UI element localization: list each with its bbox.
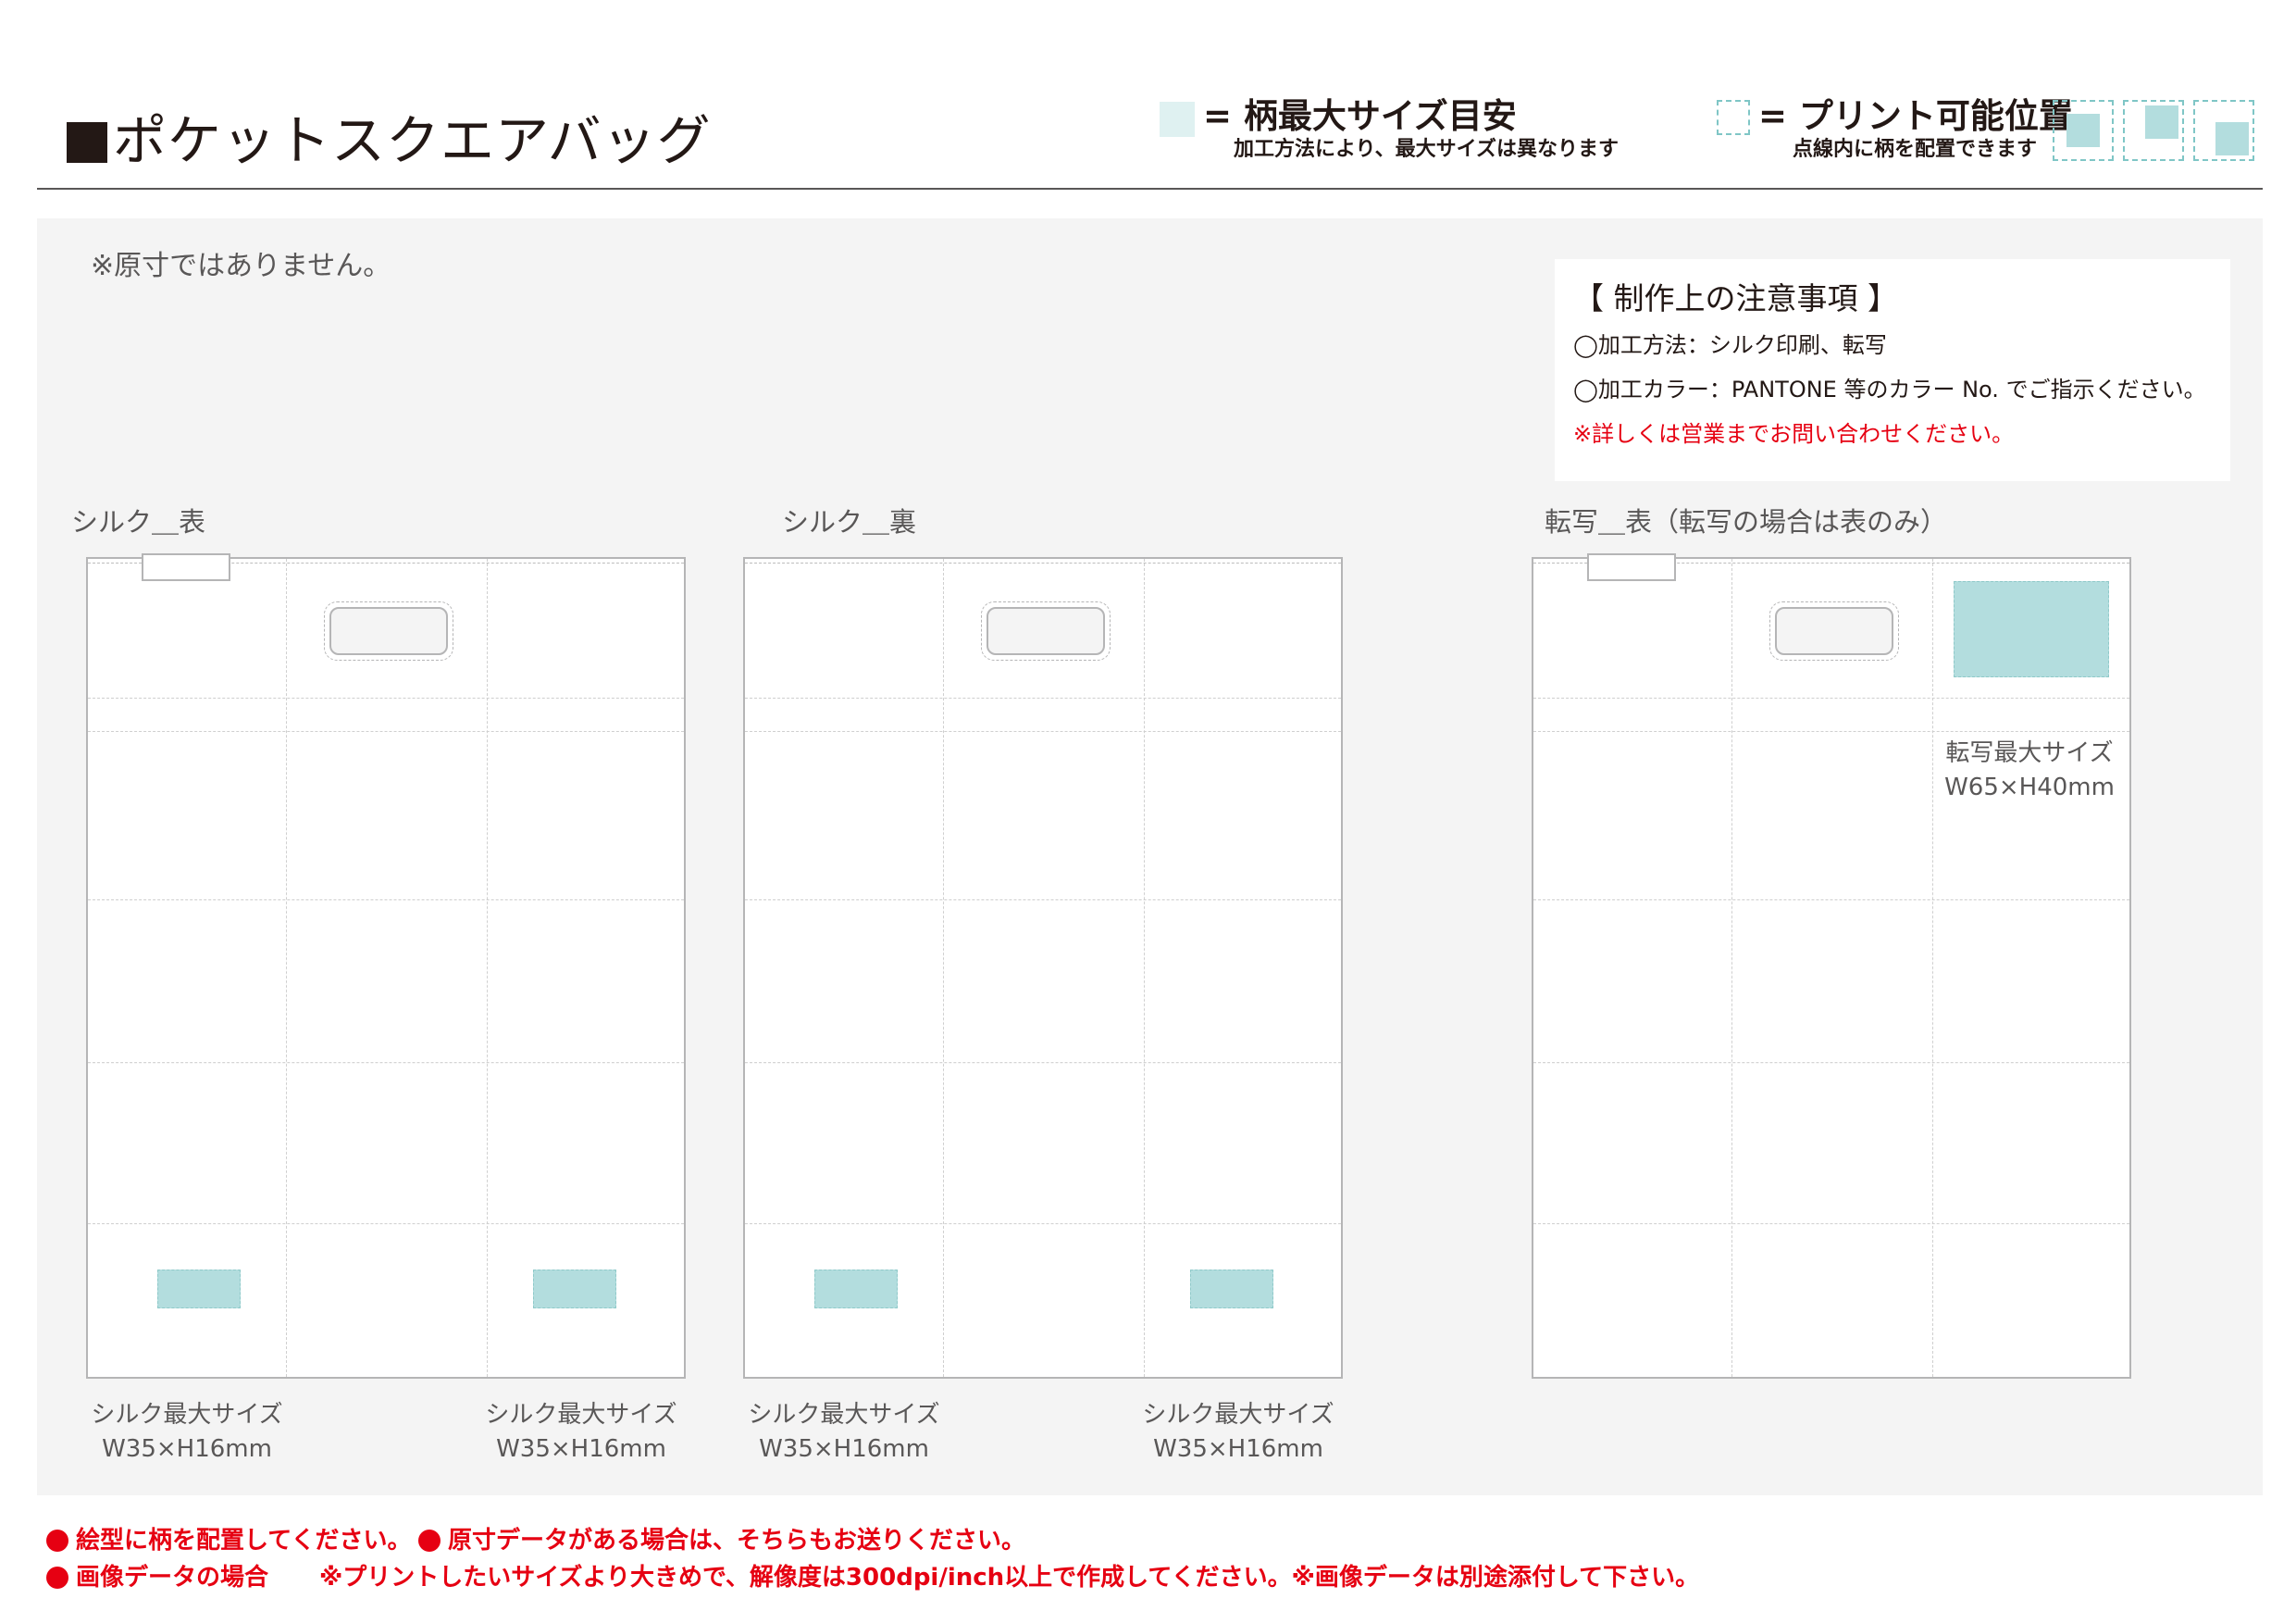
handle-hole	[1769, 601, 1899, 661]
legend-print-position-note: 点線内に柄を配置できます	[1793, 138, 2038, 161]
bag-template-silk-back	[743, 557, 1343, 1379]
silk-max-area-left	[157, 1270, 241, 1308]
silk-size-name: シルク最大サイズ	[91, 1401, 283, 1429]
silk-max-area-left	[814, 1270, 898, 1308]
header-divider	[37, 188, 2263, 190]
legend-print-position-label: = プリント可能位置	[1758, 96, 2073, 136]
silk-max-area-right	[533, 1270, 616, 1308]
silk-max-area-right	[1190, 1270, 1273, 1308]
position-top-right-example-icon	[2123, 100, 2184, 161]
production-notes-contact: ※詳しくは営業までお問い合わせください。	[1573, 421, 2015, 447]
transfer-max-area	[1954, 581, 2109, 677]
max-size-swatch-icon	[1160, 102, 1195, 137]
footer-image-data-heading: 画像データの場合	[76, 1564, 269, 1592]
silk-size-name: シルク最大サイズ	[1142, 1401, 1334, 1429]
view-label-silk-front: シルク＿表	[71, 506, 206, 538]
transfer-size-dim: W65×H40mm	[1944, 774, 2115, 801]
hanging-tab	[142, 553, 230, 581]
silk-size-dim: W35×H16mm	[102, 1435, 272, 1463]
hanging-tab	[1587, 553, 1676, 581]
silk-size-dim: W35×H16mm	[759, 1435, 929, 1463]
title-square-icon	[67, 122, 107, 163]
handle-hole	[981, 601, 1111, 661]
production-notes-method: ◯加工方法：シルク印刷、転写	[1573, 332, 1887, 358]
bag-template-silk-front	[86, 553, 686, 1379]
bullet-icon	[46, 1567, 68, 1589]
production-notes-heading: 【 制作上の注意事項 】	[1573, 280, 1898, 316]
view-label-silk-back: シルク＿裏	[782, 506, 917, 538]
legend-max-size-label: = 柄最大サイズ目安	[1203, 96, 1517, 136]
footer-instruction-place: 絵型に柄を配置してください。	[76, 1527, 412, 1555]
page-title: ポケットスクエアバッグ	[113, 109, 712, 172]
bullet-icon	[46, 1530, 68, 1552]
position-bottom-right-example-icon	[2193, 100, 2254, 161]
silk-size-dim: W35×H16mm	[496, 1435, 666, 1463]
silk-size-name: シルク最大サイズ	[748, 1401, 940, 1429]
view-label-transfer-front: 転写＿表（転写の場合は表のみ）	[1545, 506, 1948, 538]
handle-hole	[324, 601, 453, 661]
silk-size-dim: W35×H16mm	[1153, 1435, 1323, 1463]
transfer-size-name: 転写最大サイズ	[1945, 739, 2114, 767]
print-area-dashed-icon	[1717, 100, 1750, 135]
position-center-example-icon	[2053, 100, 2114, 161]
footer-instruction-original-data: 原寸データがある場合は、そちらもお送りください。	[448, 1527, 1026, 1555]
production-notes-color: ◯加工カラー：PANTONE 等のカラー No. でご指示ください。	[1573, 377, 2206, 403]
bullet-icon	[418, 1530, 441, 1552]
silk-size-name: シルク最大サイズ	[485, 1401, 677, 1429]
footer-image-data-note: ※プリントしたいサイズより大きめで、解像度は300dpi/inch以上で作成して…	[319, 1564, 1700, 1592]
bag-template-transfer-front	[1532, 553, 2131, 1379]
scale-note: ※原寸ではありません。	[91, 250, 391, 282]
legend-max-size-note: 加工方法により、最大サイズは異なります	[1234, 138, 1620, 161]
